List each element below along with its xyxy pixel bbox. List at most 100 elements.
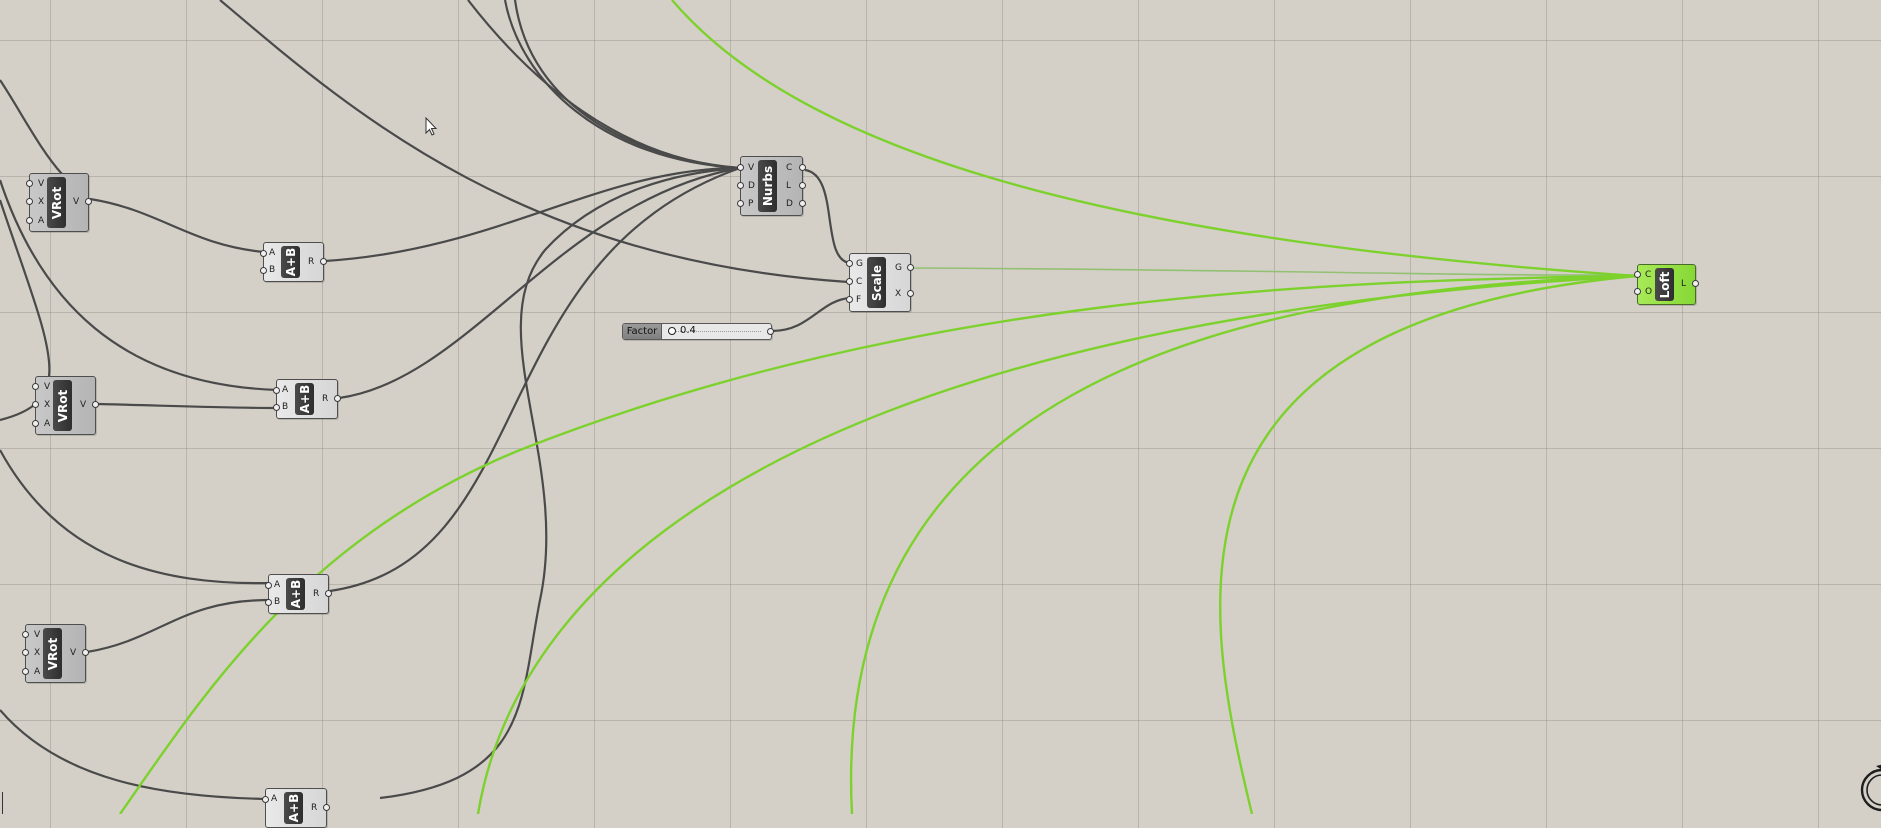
output-grip[interactable] — [320, 258, 327, 265]
selected-wire[interactable] — [671, 0, 1638, 278]
input-grip[interactable] — [22, 649, 29, 656]
wire[interactable] — [324, 166, 741, 263]
addition-component[interactable]: A+B A B R — [273, 379, 341, 419]
input-grip[interactable] — [846, 278, 853, 285]
input-grip[interactable] — [846, 260, 853, 267]
addition-component[interactable]: A+B A R — [262, 788, 330, 828]
wire[interactable] — [89, 197, 265, 254]
selected-wire[interactable] — [849, 274, 1638, 814]
input-grip[interactable] — [22, 631, 29, 638]
scale-component[interactable]: Scale G C F G X — [846, 253, 914, 312]
addition-component[interactable]: A+B A B R — [260, 242, 327, 282]
selected-wire[interactable] — [119, 274, 1638, 814]
input-grip[interactable] — [32, 401, 39, 408]
input-port[interactable]: A — [274, 580, 280, 590]
vrot-component[interactable]: VRot V X A V — [26, 173, 92, 232]
input-port[interactable]: V — [44, 382, 50, 392]
input-grip[interactable] — [846, 296, 853, 303]
input-grip[interactable] — [265, 582, 272, 589]
output-grip[interactable] — [323, 804, 330, 811]
output-port[interactable]: G — [895, 263, 902, 273]
wire[interactable] — [86, 598, 271, 654]
wire[interactable] — [467, 0, 741, 170]
input-grip[interactable] — [260, 250, 267, 257]
output-grip[interactable] — [799, 200, 806, 207]
output-port[interactable]: V — [80, 400, 86, 410]
input-port[interactable]: A — [271, 794, 277, 804]
input-port[interactable]: V — [38, 179, 44, 189]
output-grip[interactable] — [799, 182, 806, 189]
input-grip[interactable] — [260, 267, 267, 274]
output-grip[interactable] — [92, 401, 99, 408]
output-port[interactable]: R — [322, 394, 328, 404]
input-port[interactable]: F — [856, 295, 861, 305]
output-port[interactable]: X — [895, 289, 901, 299]
output-port[interactable]: V — [70, 648, 76, 658]
wire[interactable] — [379, 166, 741, 800]
output-port[interactable]: R — [313, 589, 319, 599]
input-port[interactable]: V — [34, 630, 40, 640]
input-port[interactable]: C — [1645, 270, 1651, 280]
input-port[interactable]: G — [856, 259, 863, 269]
input-grip[interactable] — [1634, 288, 1641, 295]
output-grip[interactable] — [85, 198, 92, 205]
input-port[interactable]: B — [274, 597, 280, 607]
input-port[interactable]: A — [38, 216, 44, 226]
input-port[interactable]: V — [748, 163, 754, 173]
input-port[interactable]: A — [44, 419, 50, 429]
wire[interactable] — [0, 79, 63, 175]
selected-wire[interactable] — [476, 274, 1638, 814]
output-grip[interactable] — [767, 328, 774, 335]
input-port[interactable]: C — [856, 277, 862, 287]
factor-number-slider[interactable]: Factor 0.4 — [622, 323, 774, 340]
input-port[interactable]: O — [1645, 287, 1652, 297]
output-grip[interactable] — [1692, 280, 1699, 287]
wire[interactable] — [771, 296, 851, 333]
output-grip[interactable] — [799, 164, 806, 171]
input-grip[interactable] — [32, 420, 39, 427]
wire[interactable] — [219, 0, 849, 284]
output-grip[interactable] — [334, 395, 341, 402]
vrot-component[interactable]: VRot V X A V — [32, 376, 99, 435]
input-grip[interactable] — [737, 164, 744, 171]
output-port[interactable]: V — [73, 197, 79, 207]
input-grip[interactable] — [26, 198, 33, 205]
input-grip[interactable] — [273, 404, 280, 411]
input-port[interactable]: A — [269, 248, 275, 258]
input-grip[interactable] — [26, 180, 33, 187]
output-grip[interactable] — [82, 649, 89, 656]
input-port[interactable]: P — [748, 199, 753, 209]
wire[interactable] — [503, 0, 741, 170]
input-port[interactable]: A — [34, 667, 40, 677]
input-port[interactable]: X — [38, 197, 44, 207]
input-grip[interactable] — [32, 383, 39, 390]
vrot-component[interactable]: VRot V X A V — [22, 624, 89, 683]
input-grip[interactable] — [265, 599, 272, 606]
output-port[interactable]: R — [311, 803, 317, 813]
slider-knob[interactable] — [668, 327, 676, 335]
output-port[interactable]: R — [308, 257, 314, 267]
input-port[interactable]: D — [748, 181, 755, 191]
wire[interactable] — [804, 168, 851, 265]
input-grip[interactable] — [737, 182, 744, 189]
input-port[interactable]: B — [269, 265, 275, 275]
output-port[interactable]: C — [786, 163, 792, 173]
input-grip[interactable] — [26, 217, 33, 224]
wire[interactable] — [0, 449, 271, 585]
wire[interactable] — [329, 166, 741, 593]
output-grip[interactable] — [907, 264, 914, 271]
input-grip[interactable] — [1634, 271, 1641, 278]
wire[interactable] — [911, 267, 1638, 276]
nurbs-curve-component[interactable]: Nurbs V D P C L D — [737, 156, 806, 216]
output-grip[interactable] — [907, 290, 914, 297]
output-port[interactable]: D — [786, 199, 793, 209]
input-grip[interactable] — [22, 668, 29, 675]
input-port[interactable]: B — [282, 402, 288, 412]
wire[interactable] — [0, 709, 269, 801]
selected-wire[interactable] — [1218, 274, 1638, 814]
output-port[interactable]: L — [1681, 279, 1686, 289]
addition-component[interactable]: A+B A B R — [265, 574, 332, 614]
input-port[interactable]: X — [44, 400, 50, 410]
output-grip[interactable] — [325, 590, 332, 597]
output-port[interactable]: L — [786, 181, 791, 191]
